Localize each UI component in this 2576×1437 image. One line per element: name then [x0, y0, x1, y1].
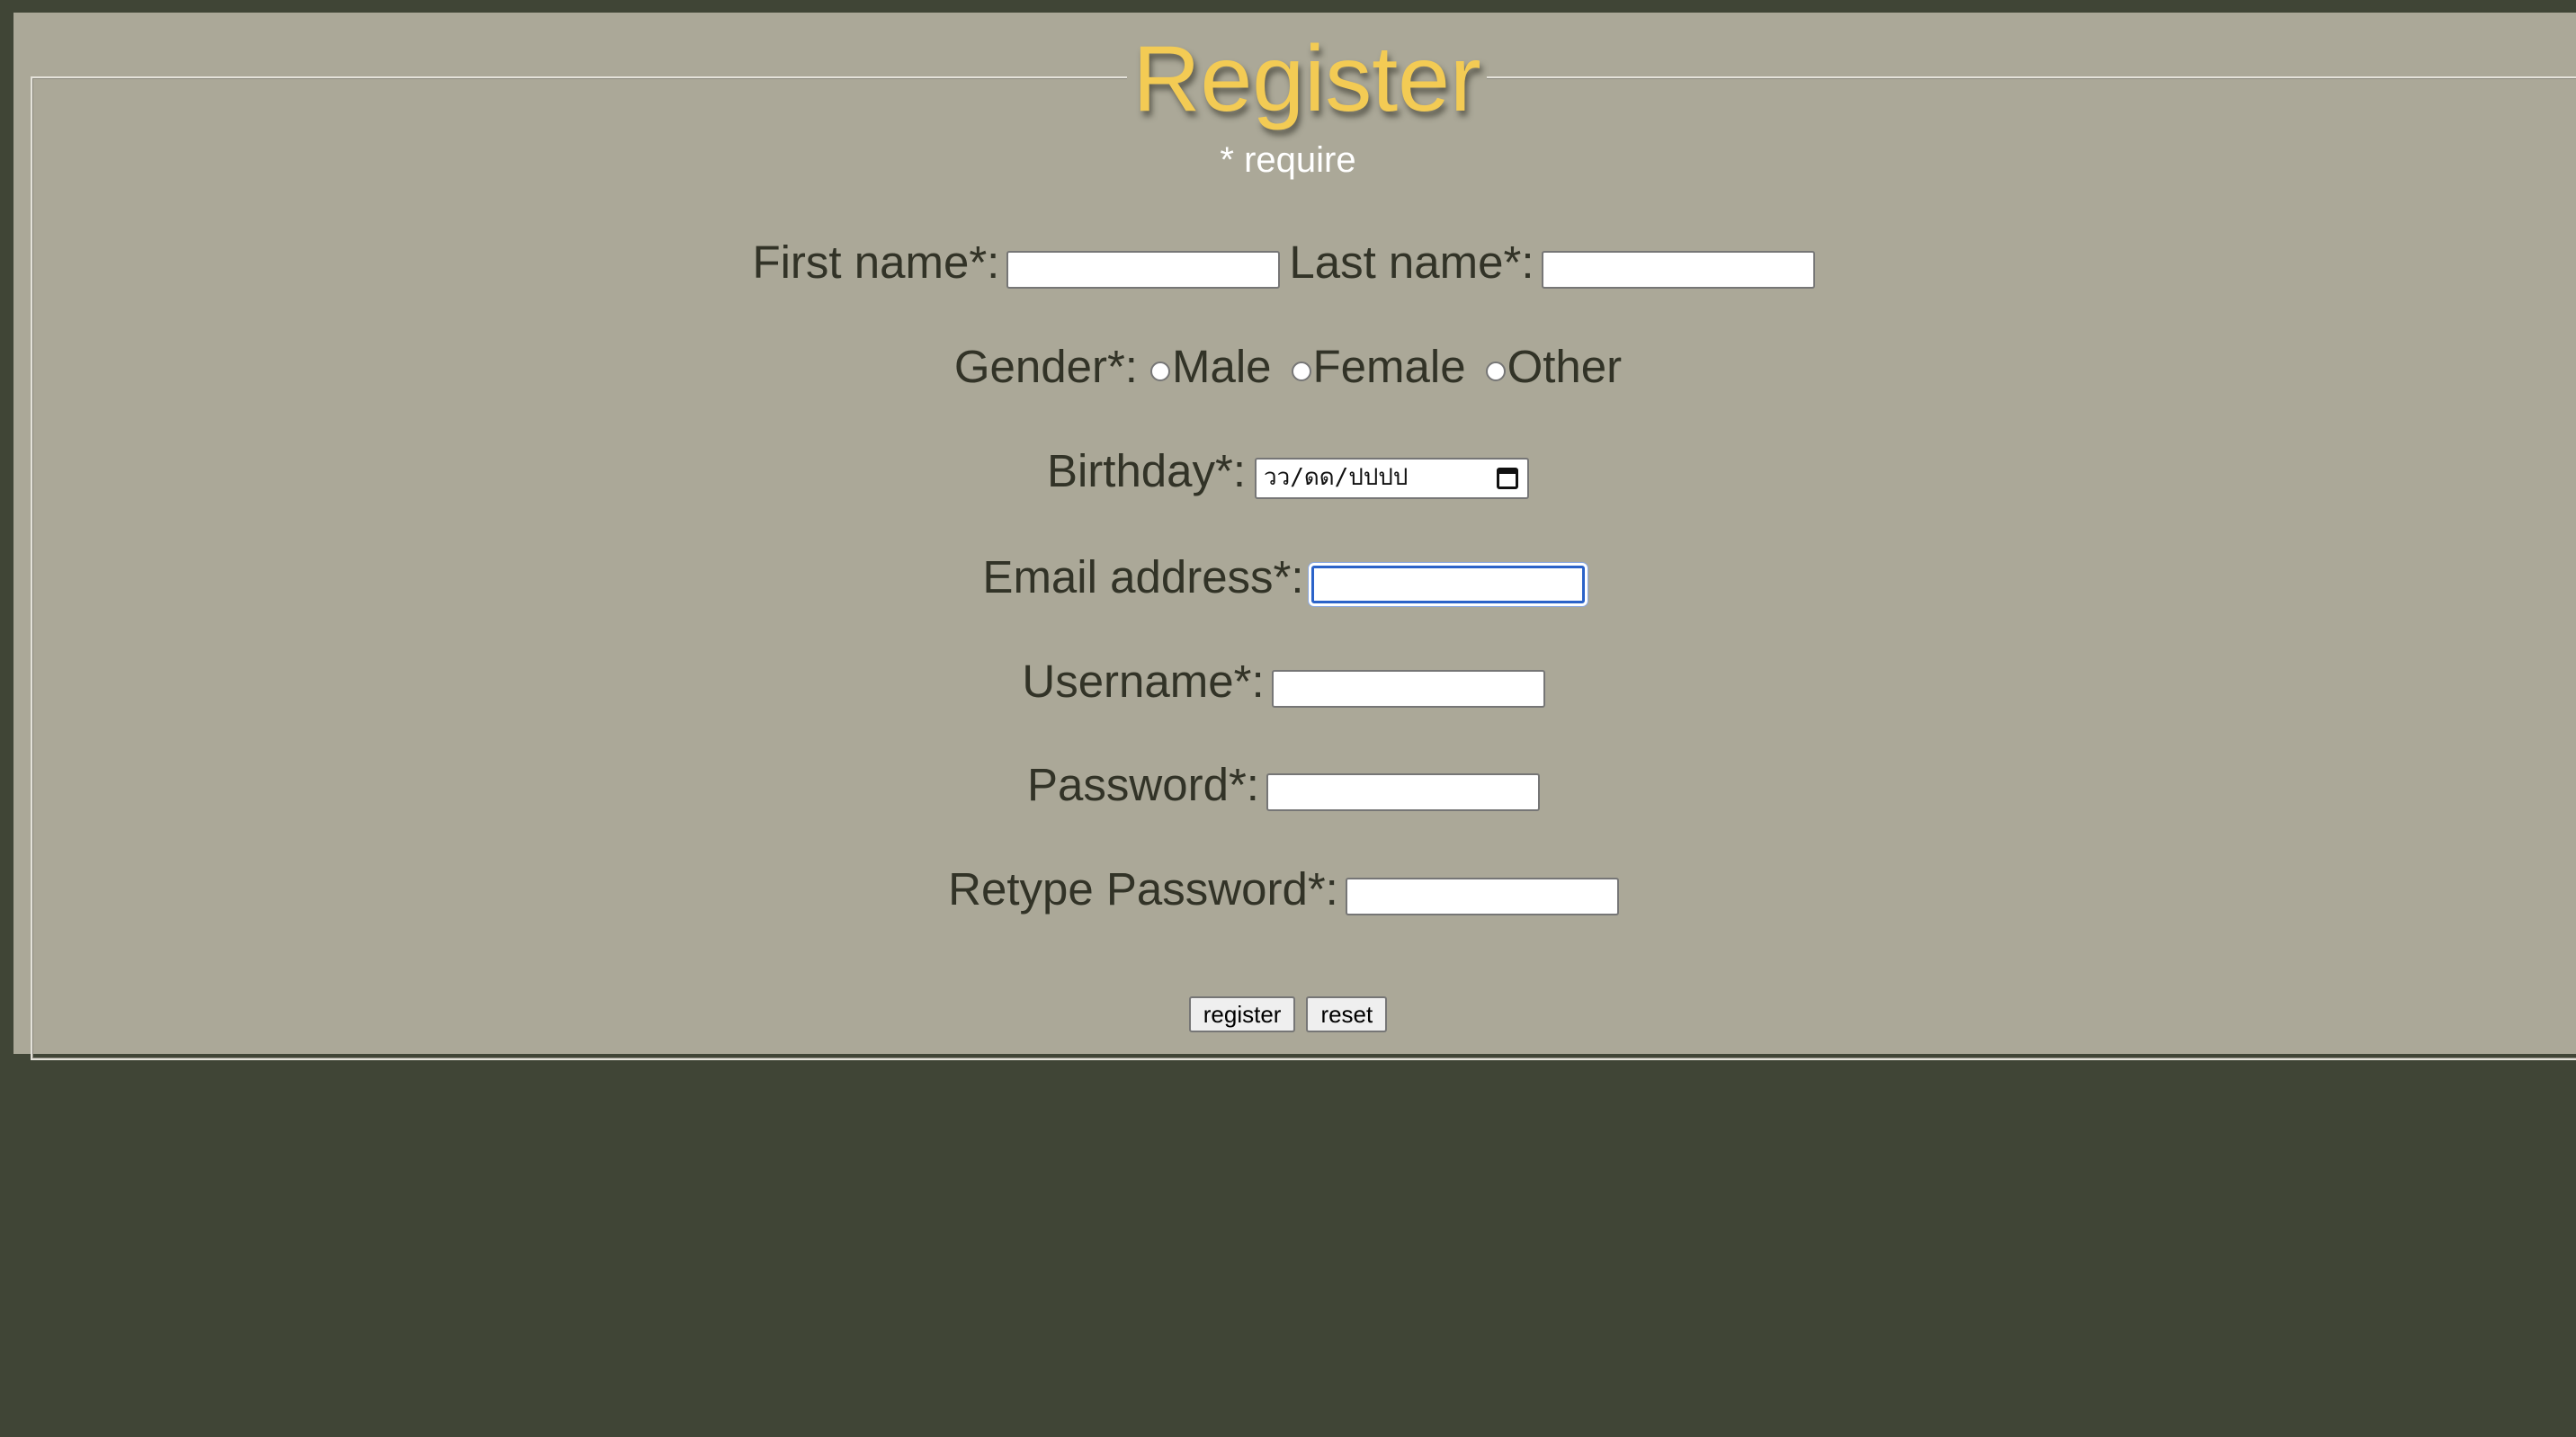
retype-password-label: Retype Password*:: [948, 863, 1338, 915]
page-title: Register: [1127, 32, 1487, 126]
birthday-date-input[interactable]: วว/ดด/ปปปป: [1255, 457, 1530, 499]
calendar-icon[interactable]: [1497, 467, 1519, 489]
password-input[interactable]: [1266, 772, 1540, 811]
birthday-label: Birthday*:: [1046, 445, 1247, 496]
birthday-row: Birthday*: วว/ดด/ปปปป: [0, 444, 2576, 499]
retype-password-input[interactable]: [1345, 877, 1619, 915]
retype-password-row: Retype Password*:: [0, 862, 2576, 915]
password-row: Password*:: [0, 758, 2576, 811]
name-row: First name*: Last name*:: [0, 236, 2576, 289]
username-row: Username*:: [0, 655, 2576, 708]
gender-male-label[interactable]: Male: [1172, 341, 1272, 392]
gender-female-radio[interactable]: [1291, 361, 1311, 381]
first-name-label: First name*:: [752, 237, 1000, 288]
gender-row: Gender*: Male Female Other: [0, 340, 2576, 393]
gender-male-radio[interactable]: [1149, 361, 1170, 381]
email-label: Email address*:: [982, 551, 1304, 602]
require-note: * require: [1220, 140, 1356, 180]
reset-button[interactable]: reset: [1306, 995, 1388, 1032]
username-input[interactable]: [1271, 669, 1545, 708]
password-label: Password*:: [1027, 759, 1259, 810]
gender-other-label[interactable]: Other: [1507, 341, 1623, 392]
gender-label: Gender*:: [953, 341, 1138, 392]
username-label: Username*:: [1022, 656, 1265, 707]
register-button[interactable]: register: [1188, 995, 1296, 1032]
last-name-input[interactable]: [1541, 250, 1815, 289]
gender-other-radio[interactable]: [1485, 361, 1506, 381]
email-row: Email address*:: [0, 550, 2576, 603]
button-row: register reset: [0, 984, 2576, 1037]
birthday-placeholder: วว/ดด/ปปปป: [1264, 463, 1409, 491]
last-name-label: Last name*:: [1289, 237, 1534, 288]
first-name-input[interactable]: [1006, 250, 1281, 289]
email-input[interactable]: [1310, 565, 1585, 603]
gender-female-label[interactable]: Female: [1313, 341, 1466, 392]
